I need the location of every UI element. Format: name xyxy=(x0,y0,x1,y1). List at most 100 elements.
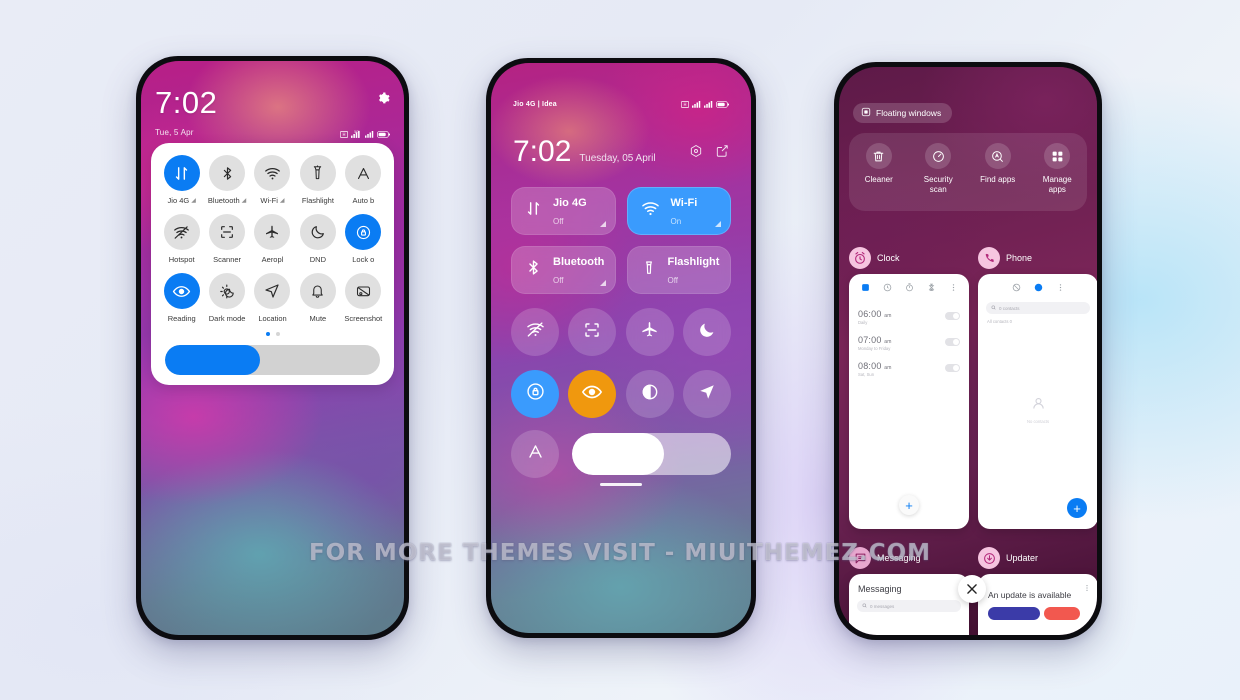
circle-location[interactable] xyxy=(682,370,731,418)
toggle-flashlight[interactable]: Flashlight xyxy=(295,155,340,212)
clock-mini-window[interactable]: 06:00 am Daily 07:00 am Monday to Friday… xyxy=(849,274,969,529)
expand-corner-icon[interactable] xyxy=(599,280,606,286)
clock-icon[interactable] xyxy=(883,283,892,292)
shortcut-cleaner[interactable]: Cleaner xyxy=(850,143,908,185)
location-icon[interactable] xyxy=(254,273,291,309)
gear-icon[interactable] xyxy=(377,92,390,110)
screenshot-icon[interactable] xyxy=(345,273,382,309)
alarm-row[interactable]: 08:00 am Sat, Sun xyxy=(849,358,969,377)
circle-hotspot[interactable] xyxy=(511,308,559,356)
toggle-airplane[interactable]: Aeropl xyxy=(250,214,295,271)
expand-corner-icon[interactable] xyxy=(715,221,721,227)
shortcut-find-apps[interactable]: Find apps xyxy=(969,143,1027,185)
page-dot-active[interactable] xyxy=(265,332,270,336)
tile-jio4g[interactable]: Jio 4G Off xyxy=(511,187,616,235)
update-secondary-button[interactable] xyxy=(1044,607,1080,620)
circle-airplane[interactable] xyxy=(625,308,674,356)
bluetooth-icon[interactable] xyxy=(209,155,246,191)
rotation-lock-icon[interactable] xyxy=(345,214,382,250)
blocked-icon[interactable] xyxy=(1012,283,1021,292)
more-icon[interactable] xyxy=(1082,583,1091,592)
alarm-icon[interactable] xyxy=(861,283,870,292)
tile-flashlight[interactable]: Flashlight Off xyxy=(626,246,731,294)
close-all-button[interactable] xyxy=(958,575,986,603)
circle-dark-mode[interactable] xyxy=(625,370,674,418)
more-icon[interactable] xyxy=(949,283,958,292)
wifi-icon[interactable] xyxy=(254,155,291,191)
scanner-icon[interactable] xyxy=(209,214,246,250)
edit-icon[interactable] xyxy=(715,144,729,163)
toggle-dark-mode[interactable]: Dark mode xyxy=(204,273,249,330)
phone-1-frame: 7:02 Tue, 5 Apr H 5G Jio 4G ◢ Bluetooth … xyxy=(136,56,409,640)
page-dot[interactable] xyxy=(275,332,280,336)
messaging-mini-window[interactable]: Messaging 0 messages xyxy=(849,574,969,635)
close-icon xyxy=(967,584,977,594)
shortcut-manage-apps[interactable]: Manage apps xyxy=(1028,143,1086,195)
flashlight-icon[interactable] xyxy=(299,155,336,191)
messaging-title: Messaging xyxy=(858,584,902,594)
trash-icon xyxy=(865,143,892,169)
floating-windows-chip[interactable]: Floating windows xyxy=(853,103,953,123)
circle-reading-mode[interactable] xyxy=(568,370,617,418)
toggle-reading-mode[interactable]: Reading xyxy=(159,273,204,330)
add-alarm-button[interactable]: + xyxy=(899,495,919,515)
toggle-auto-brightness[interactable]: Auto b xyxy=(341,155,386,212)
card-app-name: Phone xyxy=(1006,253,1033,263)
contacts-icon[interactable] xyxy=(1034,283,1043,292)
toggle-hotspot[interactable]: Hotspot xyxy=(159,214,204,271)
contacts-search-input[interactable]: 0 contacts xyxy=(986,302,1090,314)
toggle-bluetooth[interactable]: Bluetooth ◢ xyxy=(204,155,249,212)
circle-dnd[interactable] xyxy=(682,308,731,356)
tile-bluetooth[interactable]: Bluetooth Off xyxy=(511,246,616,294)
stopwatch-icon[interactable] xyxy=(927,283,936,292)
reading-mode-icon[interactable] xyxy=(163,273,200,309)
home-indicator[interactable] xyxy=(600,483,642,486)
toggle-location[interactable]: Location xyxy=(250,273,295,330)
floating-card-phone[interactable]: Phone 0 contacts All contacts 0 No conta… xyxy=(978,247,1097,529)
messages-search-input[interactable]: 0 messages xyxy=(857,600,961,612)
tile-state: Off xyxy=(667,276,679,285)
toggle-jio4g[interactable]: Jio 4G ◢ xyxy=(159,155,204,212)
update-primary-button[interactable] xyxy=(988,607,1040,620)
moon-icon[interactable] xyxy=(299,214,336,250)
alarm-toggle[interactable] xyxy=(945,312,960,320)
settings-hex-icon[interactable] xyxy=(689,144,703,163)
phone-mini-window[interactable]: 0 contacts All contacts 0 No contacts + xyxy=(978,274,1097,529)
brightness-slider[interactable] xyxy=(572,433,731,475)
phone-1-screen: 7:02 Tue, 5 Apr H 5G Jio 4G ◢ Bluetooth … xyxy=(141,61,404,635)
person-icon xyxy=(1031,398,1046,415)
updater-mini-window[interactable]: An update is available xyxy=(978,574,1097,635)
dark-mode-icon[interactable] xyxy=(209,273,246,309)
auto-brightness-icon[interactable] xyxy=(345,155,382,191)
floating-card-messaging[interactable]: Messaging Messaging 0 messages xyxy=(849,547,969,635)
circle-scanner[interactable] xyxy=(568,308,617,356)
data-arrows-icon[interactable] xyxy=(163,155,200,191)
contacts-section-label: All contacts 0 xyxy=(987,319,1012,324)
bell-icon[interactable] xyxy=(299,273,336,309)
toggle-screenshot[interactable]: Screenshot xyxy=(341,273,386,330)
alarm-toggle[interactable] xyxy=(945,338,960,346)
toggle-wifi[interactable]: Wi-Fi ◢ xyxy=(250,155,295,212)
circle-auto-brightness[interactable] xyxy=(511,430,559,478)
add-contact-button[interactable]: + xyxy=(1067,498,1087,518)
tile-wifi[interactable]: Wi-Fi On xyxy=(626,187,731,235)
floating-card-updater[interactable]: Updater An update is available xyxy=(978,547,1097,635)
circle-rotation-lock[interactable] xyxy=(511,370,559,418)
hotspot-icon[interactable] xyxy=(163,214,200,250)
floating-card-clock[interactable]: Clock 06:00 am Daily 07:00 am Monday to … xyxy=(849,247,969,529)
airplane-icon[interactable] xyxy=(254,214,291,250)
phone-1-status-row: 7:02 Tue, 5 Apr H 5G xyxy=(155,87,390,138)
toggle-mute[interactable]: Mute xyxy=(295,273,340,330)
expand-corner-icon[interactable] xyxy=(599,221,606,227)
alarm-toggle[interactable] xyxy=(945,364,960,372)
timer-icon[interactable] xyxy=(905,283,914,292)
alarm-row[interactable]: 06:00 am Daily xyxy=(849,306,969,325)
more-icon[interactable] xyxy=(1056,283,1065,292)
contacts-search-placeholder: 0 contacts xyxy=(999,305,1020,311)
toggle-dnd[interactable]: DND xyxy=(295,214,340,271)
toggle-scanner[interactable]: Scanner xyxy=(204,214,249,271)
toggle-rotation-lock[interactable]: Lock o xyxy=(341,214,386,271)
shortcut-security-scan[interactable]: Security scan xyxy=(909,143,967,195)
alarm-row[interactable]: 07:00 am Monday to Friday xyxy=(849,332,969,351)
brightness-slider[interactable] xyxy=(165,345,380,375)
